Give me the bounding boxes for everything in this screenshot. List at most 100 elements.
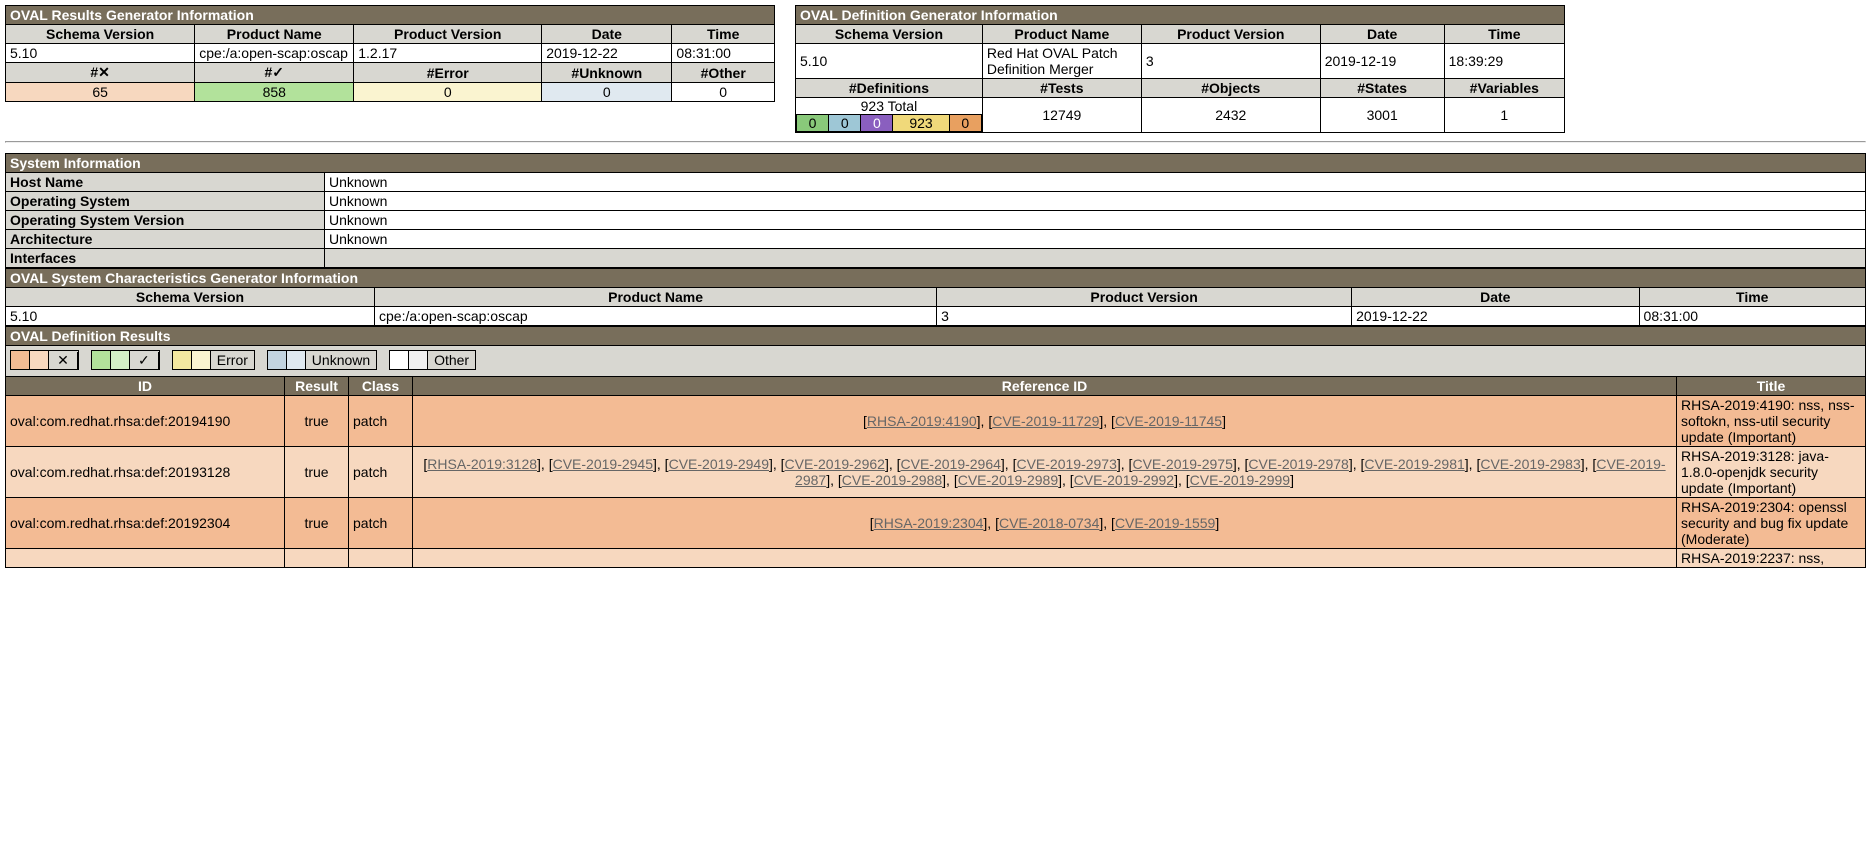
bcol-tests: #Tests: [982, 79, 1141, 98]
chip-purple: 0: [861, 115, 893, 132]
reference-link[interactable]: RHSA-2019:4190: [867, 413, 977, 429]
col-schema: Schema Version: [6, 25, 195, 44]
dcol-date: Date: [1320, 25, 1444, 44]
syschar-table: OVAL System Characteristics Generator In…: [5, 268, 1866, 326]
result-row: oval:com.redhat.rhsa:def:20194190truepat…: [6, 396, 1866, 447]
definition-results-table: OVAL Definition Results ✕ ✓ Error Unknow…: [5, 326, 1866, 568]
dcol-time: Time: [1444, 25, 1564, 44]
col-date: Date: [542, 25, 672, 44]
col-pver: Product Version: [354, 25, 542, 44]
col-oth: #Other: [672, 63, 775, 83]
bcol-objs: #Objects: [1141, 79, 1320, 98]
row-id: oval:com.redhat.rhsa:def:20194190: [6, 396, 285, 447]
chip-yellow: 923: [893, 115, 949, 132]
cnt-oth: 0: [672, 83, 775, 102]
syschar-title: OVAL System Characteristics Generator In…: [6, 269, 1866, 288]
chip-orange: 0: [949, 115, 981, 132]
dcol-pname: Product Name: [982, 25, 1141, 44]
bcol-vars: #Variables: [1444, 79, 1564, 98]
row-class: patch: [349, 447, 413, 498]
legend-unknown: Unknown: [267, 350, 377, 370]
if-val: [325, 249, 1866, 268]
row-title: RHSA-2019:2304: openssl security and bug…: [1677, 498, 1866, 549]
rcol-id: ID: [6, 377, 285, 396]
reference-link[interactable]: CVE-2019-1559: [1115, 515, 1215, 531]
dval-schema: 5.10: [796, 44, 983, 79]
reference-link[interactable]: CVE-2019-2975: [1132, 456, 1232, 472]
reference-link[interactable]: CVE-2019-2945: [553, 456, 653, 472]
sc-pname-v: cpe:/a:open-scap:oscap: [375, 307, 937, 326]
sc-date-v: 2019-12-22: [1352, 307, 1639, 326]
osv-label: Operating System Version: [6, 211, 325, 230]
reference-link[interactable]: RHSA-2019:2304: [874, 515, 984, 531]
dcol-schema: Schema Version: [796, 25, 983, 44]
reference-link[interactable]: CVE-2019-2978: [1248, 456, 1348, 472]
sc-time-h: Time: [1639, 288, 1865, 307]
col-unk: #Unknown: [542, 63, 672, 83]
os-label: Operating System: [6, 192, 325, 211]
reference-link[interactable]: CVE-2019-2973: [1016, 456, 1116, 472]
sc-pname-h: Product Name: [375, 288, 937, 307]
reference-link[interactable]: CVE-2019-2988: [842, 472, 942, 488]
legend-other: Other: [389, 350, 476, 370]
host-val: Unknown: [325, 173, 1866, 192]
result-row: oval:com.redhat.rhsa:def:20193128truepat…: [6, 447, 1866, 498]
bcol-defs: #Definitions: [796, 79, 983, 98]
results-generator-table: OVAL Results Generator Information Schem…: [5, 5, 775, 102]
row-id: oval:com.redhat.rhsa:def:20192304: [6, 498, 285, 549]
reference-link[interactable]: CVE-2018-0734: [999, 515, 1099, 531]
cnt-err: 0: [354, 83, 542, 102]
reference-link[interactable]: CVE-2019-2992: [1074, 472, 1174, 488]
bcol-states: #States: [1320, 79, 1444, 98]
bval-states: 3001: [1320, 98, 1444, 133]
cnt-unk: 0: [542, 83, 672, 102]
row-id: [6, 549, 285, 568]
reference-link[interactable]: CVE-2019-2989: [958, 472, 1058, 488]
col-err: #Error: [354, 63, 542, 83]
cnt-chk: 858: [195, 83, 354, 102]
definition-generator-table: OVAL Definition Generator Information Sc…: [795, 5, 1565, 133]
col-chk: #✓: [195, 63, 354, 83]
row-refs: [413, 549, 1677, 568]
legend-pass: ✓: [91, 350, 160, 370]
results-title: OVAL Definition Results: [6, 327, 1866, 346]
sc-pver-h: Product Version: [937, 288, 1352, 307]
sc-date-h: Date: [1352, 288, 1639, 307]
row-refs: [RHSA-2019:3128], [CVE-2019-2945], [CVE-…: [413, 447, 1677, 498]
val-pver: 1.2.17: [354, 44, 542, 63]
reference-link[interactable]: CVE-2019-2962: [785, 456, 885, 472]
row-class: [349, 549, 413, 568]
dval-time: 18:39:29: [1444, 44, 1564, 79]
row-refs: [RHSA-2019:2304], [CVE-2018-0734], [CVE-…: [413, 498, 1677, 549]
reference-link[interactable]: CVE-2019-2981: [1364, 456, 1464, 472]
legend-error: Error: [172, 350, 255, 370]
val-schema: 5.10: [6, 44, 195, 63]
rcol-class: Class: [349, 377, 413, 396]
row-title: RHSA-2019:4190: nss, nss-softokn, nss-ut…: [1677, 396, 1866, 447]
dval-pver: 3: [1141, 44, 1320, 79]
bval-objs: 2432: [1141, 98, 1320, 133]
rcol-title: Title: [1677, 377, 1866, 396]
row-result: true: [285, 447, 349, 498]
arch-val: Unknown: [325, 230, 1866, 249]
reference-link[interactable]: CVE-2019-2964: [901, 456, 1001, 472]
sc-schema-h: Schema Version: [6, 288, 375, 307]
reference-link[interactable]: CVE-2019-11745: [1115, 413, 1222, 429]
reference-link[interactable]: CVE-2019-2983: [1480, 456, 1580, 472]
row-result: true: [285, 498, 349, 549]
defs-total: 923 Total: [796, 98, 982, 114]
col-x: #✕: [6, 63, 195, 83]
sc-pver-v: 3: [937, 307, 1352, 326]
chip-blue: 0: [829, 115, 861, 132]
host-label: Host Name: [6, 173, 325, 192]
results-gen-title: OVAL Results Generator Information: [6, 6, 775, 25]
dcol-pver: Product Version: [1141, 25, 1320, 44]
row-class: patch: [349, 396, 413, 447]
rcol-ref: Reference ID: [413, 377, 1677, 396]
col-pname: Product Name: [195, 25, 354, 44]
dval-pname: Red Hat OVAL Patch Definition Merger: [982, 44, 1141, 79]
reference-link[interactable]: CVE-2019-11729: [992, 413, 1099, 429]
reference-link[interactable]: CVE-2019-2949: [669, 456, 769, 472]
reference-link[interactable]: RHSA-2019:3128: [427, 456, 537, 472]
reference-link[interactable]: CVE-2019-2999: [1190, 472, 1290, 488]
